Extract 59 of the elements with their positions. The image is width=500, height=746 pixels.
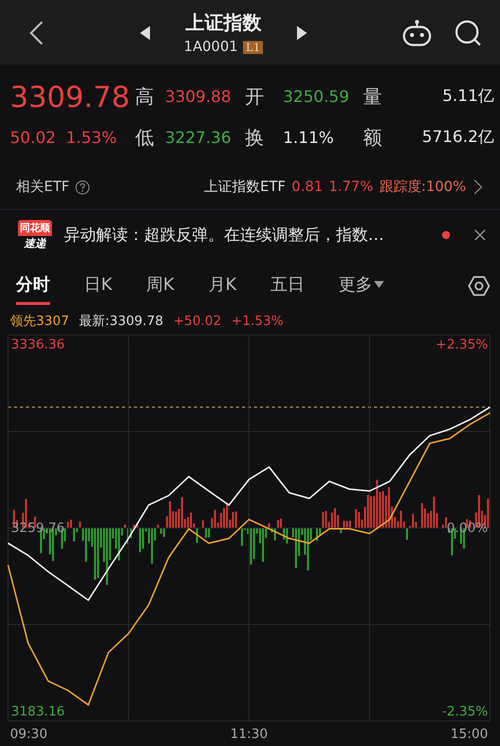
index-code: 1A0001 (184, 39, 238, 55)
axis-label: 3336.36 (11, 337, 65, 352)
stat-label: 换 (245, 126, 265, 150)
stat-value: 1.11% (283, 128, 335, 147)
back-icon (28, 20, 45, 46)
logo-text: 同花顺 (18, 220, 52, 236)
axis-label: 3183.16 (11, 704, 65, 720)
current-price: 3309.78 (10, 80, 131, 114)
price-change: 50.02 1.53% (10, 128, 118, 147)
news-headline[interactable]: 异动解读：超跌反弹。在连续调整后，指数… (64, 224, 432, 246)
axis-label: 0.00% (446, 521, 488, 536)
settings-button[interactable] (468, 275, 490, 297)
stat-value: 5716.2亿 (421, 127, 494, 148)
time-label: 11:30 (230, 727, 268, 742)
etf-price: 0.81 (292, 179, 323, 195)
close-icon (474, 229, 486, 241)
stat-label: 量 (363, 84, 383, 110)
index-title: 上证指数 (186, 11, 262, 36)
lead-value: 领先3307 (10, 313, 70, 330)
chart-tab[interactable]: 月K (208, 267, 236, 305)
stat-value: 3309.88 (165, 87, 232, 106)
back-button[interactable] (28, 20, 45, 46)
robot-icon (402, 18, 432, 46)
stat-value: 3250.59 (283, 87, 350, 106)
logo-text: 速递 (24, 236, 46, 250)
settings-icon (468, 275, 490, 297)
latest-value: 最新:3309.78 (79, 313, 164, 330)
chart-tab[interactable]: 五日 (270, 267, 304, 305)
etf-name[interactable]: 上证指数ETF (204, 178, 286, 196)
search-icon (454, 18, 482, 46)
chevron-right-icon (472, 179, 484, 195)
time-label: 15:00 (450, 727, 488, 742)
stat-label: 开 (245, 84, 265, 110)
axis-label: +2.35% (436, 337, 488, 352)
chart-tab[interactable]: 更多 (338, 267, 384, 305)
stat-label: 高 (135, 84, 155, 110)
stat-value: 3227.36 (165, 128, 232, 147)
stat-label: 额 (363, 126, 383, 150)
dropdown-icon (374, 280, 384, 288)
robot-button[interactable] (402, 18, 432, 46)
axis-label: -2.35% (442, 704, 488, 720)
previous-icon[interactable] (140, 26, 150, 40)
axis-label: 3259.76 (11, 521, 65, 536)
change-value: +50.02 (173, 314, 222, 328)
change-percent: +1.53% (231, 314, 284, 328)
chart-tab[interactable]: 日K (84, 267, 112, 305)
level-badge: L1 (242, 40, 264, 54)
time-label: 09:30 (10, 727, 48, 742)
next-icon[interactable] (297, 26, 308, 40)
chart-tab[interactable]: 分时 (16, 267, 50, 305)
help-icon[interactable] (75, 180, 90, 194)
search-button[interactable] (454, 18, 482, 46)
chart-tab[interactable]: 周K (146, 267, 174, 305)
etf-change: 1.77% (328, 179, 374, 195)
stat-label: 低 (135, 126, 155, 150)
stat-value: 5.11亿 (441, 86, 494, 107)
etf-label: 相关ETF (16, 178, 70, 196)
tracking-value: 跟踪度:100% (379, 178, 466, 196)
close-button[interactable] (474, 229, 486, 241)
